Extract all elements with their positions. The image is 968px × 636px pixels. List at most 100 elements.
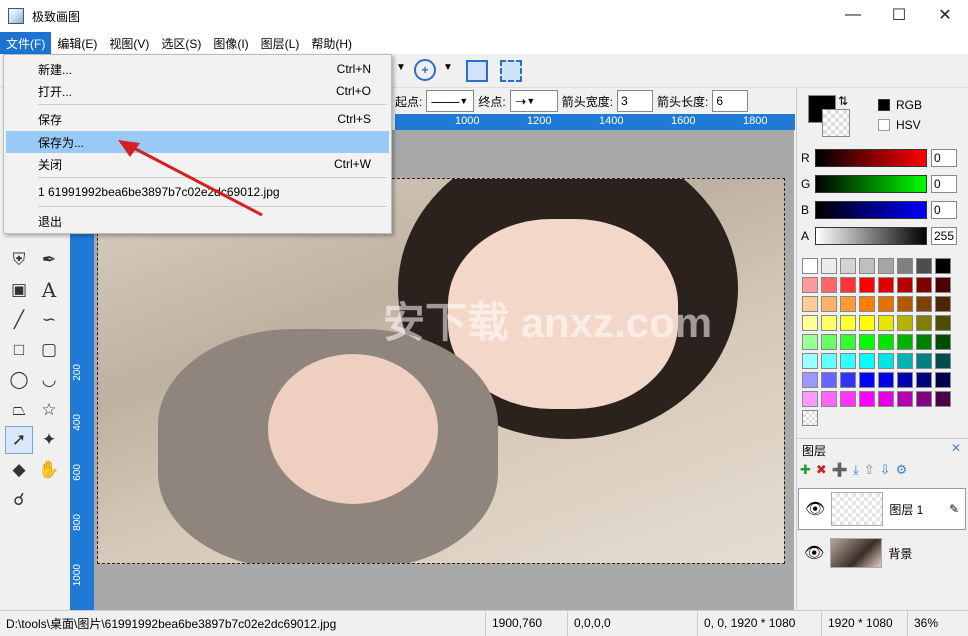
color-swatch[interactable] [840,258,856,274]
blue-value[interactable]: 0 [931,201,957,219]
color-swatch[interactable] [916,315,932,331]
color-swatch[interactable] [878,372,894,388]
color-swatch[interactable] [802,334,818,350]
menu-layer[interactable]: 图层(L) [255,32,306,54]
rgb-radio-icon[interactable] [878,99,890,111]
alpha-value[interactable]: 255 [931,227,957,245]
color-swatch[interactable] [859,391,875,407]
color-swatch[interactable] [821,315,837,331]
magnifier-icon[interactable]: ☌ [5,486,33,514]
zoom-in-icon[interactable]: + [414,59,436,81]
color-swatch[interactable] [802,277,818,293]
color-swatch[interactable] [840,296,856,312]
color-swatch[interactable] [878,334,894,350]
color-swatch[interactable] [802,258,818,274]
line-icon[interactable]: ╱ [5,306,33,334]
color-swatch[interactable] [859,296,875,312]
color-swatch[interactable] [840,334,856,350]
color-swatch[interactable] [935,353,951,369]
menu-help[interactable]: 帮助(H) [305,32,358,54]
color-swatch[interactable] [897,258,913,274]
red-slider[interactable] [815,149,927,167]
curve-icon[interactable]: ∽ [35,306,63,334]
dropdown-arrow-icon[interactable]: ▼ [396,62,406,73]
color-swatch[interactable] [840,372,856,388]
color-swatch[interactable] [897,315,913,331]
red-value[interactable]: 0 [931,149,957,167]
close-button[interactable]: ✕ [922,0,968,30]
color-swatch[interactable] [821,258,837,274]
end-style-select[interactable]: ➝ ▼ [509,90,558,112]
color-swatch[interactable] [897,372,913,388]
menu-edit[interactable]: 编辑(E) [51,32,103,54]
photo-canvas[interactable]: 安下载 anxz.com [97,178,785,564]
color-swatch[interactable] [916,296,932,312]
menu-item-open[interactable]: 打开... Ctrl+O [6,80,389,102]
hsv-radio-icon[interactable] [878,119,890,131]
close-layers-icon[interactable]: ✕ [951,441,961,455]
layer-item[interactable]: 👁 背景 [798,532,966,574]
color-swatch[interactable] [840,353,856,369]
color-swatch[interactable] [878,296,894,312]
text-tool-icon[interactable]: A [35,276,63,304]
visibility-eye-icon[interactable]: 👁 [805,499,825,519]
green-slider[interactable] [815,175,927,193]
menu-file[interactable]: 文件(F) [0,32,52,54]
add-layer-icon[interactable]: ✚ [800,462,811,478]
arc-icon[interactable]: ◡ [35,366,63,394]
color-swatch[interactable] [878,315,894,331]
rectangle-icon[interactable]: □ [5,336,33,364]
polygon-icon[interactable]: ⏢ [5,396,33,424]
color-swatch[interactable] [916,334,932,350]
color-swatch[interactable] [897,334,913,350]
color-swatch[interactable] [935,315,951,331]
color-swatch[interactable] [935,372,951,388]
blue-slider[interactable] [815,201,927,219]
color-swatch[interactable] [916,353,932,369]
duplicate-layer-icon[interactable]: ➕ [832,462,848,478]
zoom-dropdown-icon[interactable]: ▼ [443,62,453,73]
delete-layer-icon[interactable]: ✖ [816,462,827,478]
color-swatch[interactable] [935,277,951,293]
color-swatch[interactable] [802,353,818,369]
hand-pan-icon[interactable]: ✋ [35,456,63,484]
color-swatch[interactable] [821,334,837,350]
actual-size-icon[interactable] [500,60,522,82]
menu-item-new[interactable]: 新建... Ctrl+N [6,58,389,80]
arrow-line-icon[interactable]: ➚ [5,426,33,454]
color-swatch[interactable] [897,391,913,407]
rounded-rectangle-icon[interactable]: ▢ [35,336,63,364]
color-swatch[interactable] [916,277,932,293]
sparkle-icon[interactable]: ✦ [35,426,63,454]
color-swatch[interactable] [878,277,894,293]
menu-item-save[interactable]: 保存 Ctrl+S [6,108,389,130]
fill-bucket-icon[interactable]: ⛨ [5,246,33,274]
color-swatch[interactable] [821,296,837,312]
ellipse-icon[interactable]: ◯ [5,366,33,394]
color-swatch[interactable] [935,391,951,407]
color-swatch[interactable] [802,296,818,312]
color-swatch[interactable] [821,353,837,369]
edit-layer-icon[interactable]: ✎ [949,502,959,516]
visibility-eye-icon[interactable]: 👁 [804,543,824,563]
color-swatch[interactable] [916,372,932,388]
color-swatch[interactable] [840,391,856,407]
star-icon[interactable]: ☆ [35,396,63,424]
eraser-icon[interactable]: ◆ [5,456,33,484]
image-icon[interactable]: ▣ [5,276,33,304]
fit-window-icon[interactable] [466,60,488,82]
alpha-slider[interactable] [815,227,927,245]
start-style-select[interactable]: —— ▼ [426,90,475,112]
color-swatch[interactable] [859,334,875,350]
layer-settings-icon[interactable]: ⚙ [896,462,908,478]
merge-down-icon[interactable]: ⤓ [853,462,859,478]
color-swatch[interactable] [821,277,837,293]
minimize-button[interactable]: — [830,0,876,30]
color-swatch[interactable] [897,353,913,369]
color-swatch[interactable] [840,315,856,331]
color-swatch[interactable] [916,391,932,407]
color-swatch[interactable] [935,258,951,274]
swap-colors-icon[interactable]: ⇅ [838,94,848,108]
color-swatch[interactable] [935,296,951,312]
color-swatch[interactable] [878,391,894,407]
